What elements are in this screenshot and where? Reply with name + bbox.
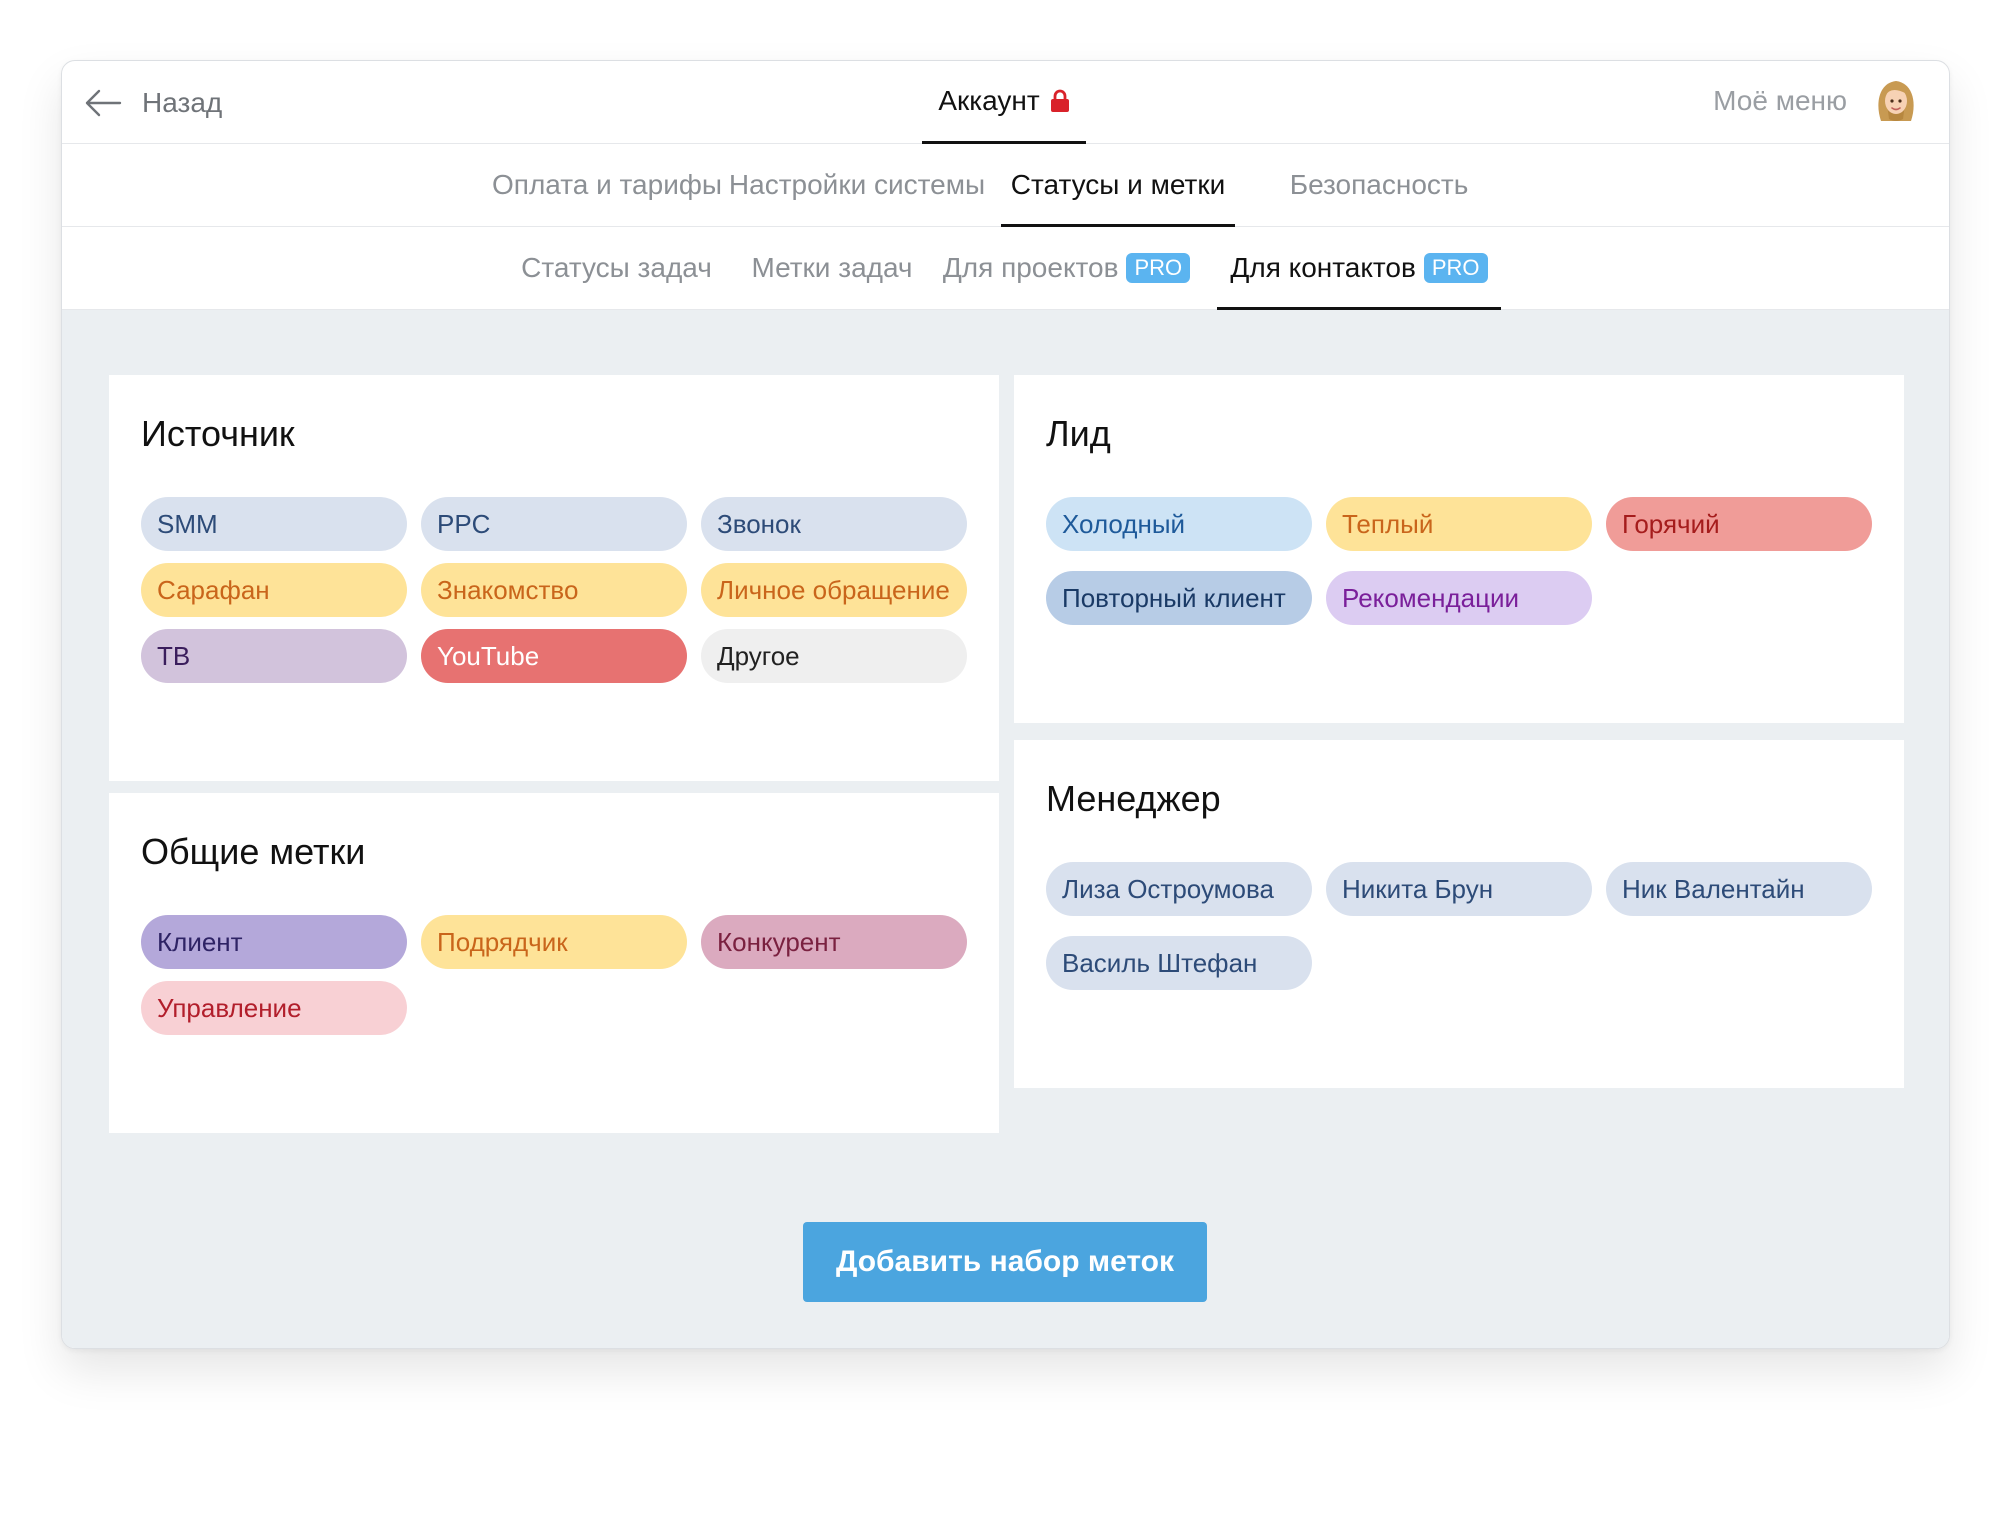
content-area: Источник SMM PPC Звонок Сарафан Знакомст… — [62, 310, 1949, 1348]
tag-chip[interactable]: Звонок — [701, 497, 967, 551]
lock-icon — [1050, 89, 1069, 112]
account-window: Назад Аккаунт Моё меню Оплата и тарифы Н… — [61, 60, 1950, 1349]
tag-chip[interactable]: Сарафан — [141, 563, 407, 617]
tag-chip[interactable]: Лиза Остроумова — [1046, 862, 1312, 916]
tag-chip[interactable]: Личное обращение — [701, 563, 967, 617]
main-tabs: Оплата и тарифы Настройки системы Статус… — [62, 144, 1949, 227]
tag-chip[interactable]: Василь Штефан — [1046, 936, 1312, 990]
tag-chip[interactable]: Подрядчик — [421, 915, 687, 969]
tag-chip[interactable]: Холодный — [1046, 497, 1312, 551]
back-label: Назад — [142, 87, 223, 118]
tag-chip[interactable]: Повторный клиент — [1046, 571, 1312, 625]
my-menu-link[interactable]: Моё меню — [1713, 85, 1847, 117]
tag-group-source: Источник SMM PPC Звонок Сарафан Знакомст… — [109, 375, 999, 781]
subtab-task-tags[interactable]: Метки задач — [747, 227, 917, 309]
tag-group-lead: Лид Холодный Теплый Горячий Повторный кл… — [1014, 375, 1904, 723]
top-bar: Назад Аккаунт Моё меню — [62, 61, 1949, 144]
subtab-for-contacts[interactable]: Для контактов PRO — [1217, 227, 1501, 310]
tab-statuses-and-tags[interactable]: Статусы и метки — [1001, 144, 1235, 227]
pro-badge: PRO — [1423, 253, 1488, 283]
tag-chip[interactable]: Другое — [701, 629, 967, 683]
tab-billing[interactable]: Оплата и тарифы — [492, 144, 722, 226]
group-title: Менеджер — [1046, 778, 1221, 819]
page-title: Аккаунт — [938, 85, 1040, 116]
avatar[interactable] — [1873, 77, 1919, 125]
tag-chip[interactable]: ТВ — [141, 629, 407, 683]
subtab-for-projects[interactable]: Для проектов PRO — [939, 227, 1194, 309]
arrow-left-icon — [85, 89, 122, 117]
tag-chip[interactable]: Рекомендации — [1326, 571, 1592, 625]
sub-tabs: Статусы задач Метки задач Для проектов P… — [62, 227, 1949, 310]
tag-chip[interactable]: Горячий — [1606, 497, 1872, 551]
tag-chip[interactable]: PPC — [421, 497, 687, 551]
back-button[interactable]: Назад — [84, 83, 222, 123]
group-title: Источник — [141, 413, 295, 454]
tab-account[interactable]: Аккаунт — [922, 61, 1086, 144]
subtab-label: Для проектов — [942, 252, 1119, 283]
pro-badge: PRO — [1126, 253, 1191, 283]
tag-chip[interactable]: Ник Валентайн — [1606, 862, 1872, 916]
tag-chip[interactable]: Никита Брун — [1326, 862, 1592, 916]
tag-chip[interactable]: Клиент — [141, 915, 407, 969]
tag-chip[interactable]: YouTube — [421, 629, 687, 683]
tab-system-settings[interactable]: Настройки системы — [729, 144, 985, 226]
tag-chip[interactable]: Управление — [141, 981, 407, 1035]
add-tag-set-button[interactable]: Добавить набор меток — [803, 1222, 1207, 1302]
group-title: Общие метки — [141, 831, 366, 872]
group-title: Лид — [1046, 413, 1111, 454]
subtab-task-statuses[interactable]: Статусы задач — [516, 227, 717, 309]
tag-chip[interactable]: Конкурент — [701, 915, 967, 969]
tag-chip[interactable]: SMM — [141, 497, 407, 551]
tag-group-general: Общие метки Клиент Подрядчик Конкурент У… — [109, 793, 999, 1133]
tab-security[interactable]: Безопасность — [1270, 144, 1488, 226]
subtab-label: Для контактов — [1230, 252, 1416, 283]
tag-group-manager: Менеджер Лиза Остроумова Никита Брун Ник… — [1014, 740, 1904, 1088]
tag-chip[interactable]: Знакомство — [421, 563, 687, 617]
tag-chip[interactable]: Теплый — [1326, 497, 1592, 551]
